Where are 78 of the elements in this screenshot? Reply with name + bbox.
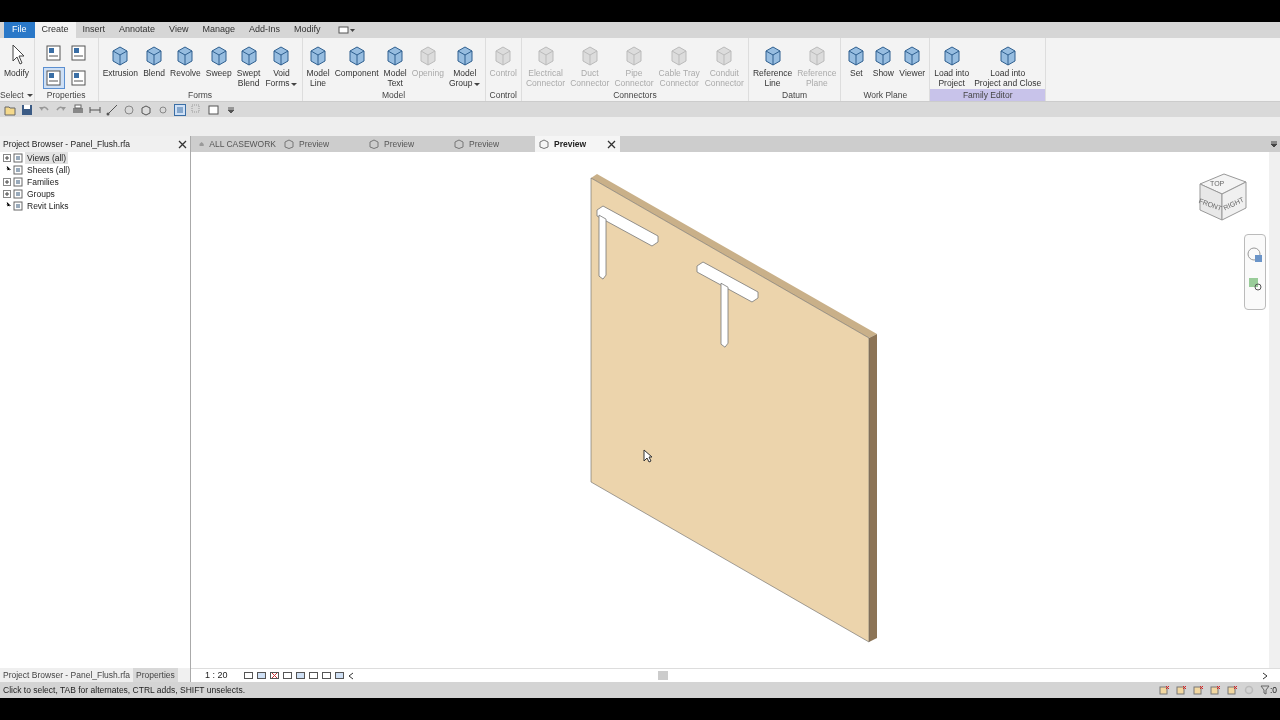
print-icon[interactable] [72, 103, 84, 116]
ribbon-tool-button[interactable]: Viewer [897, 42, 928, 78]
ribbon-tool-button[interactable]: Modify [2, 42, 32, 78]
tree-item[interactable]: Sheets (all) [25, 163, 72, 177]
panel-tab[interactable]: Properties [133, 668, 178, 682]
ribbon-tool-button[interactable]: Load into Project [932, 42, 972, 88]
ribbon-tool-button[interactable]: Model Group [446, 42, 483, 88]
ribbon-tool-button[interactable]: Revolve [168, 42, 203, 78]
document-tab[interactable]: Preview [365, 136, 450, 152]
ribbon-tool-button[interactable]: Sweep [203, 42, 234, 78]
ribbon-tab[interactable]: Add-Ins [241, 22, 287, 38]
caret-icon[interactable] [25, 92, 34, 98]
cube-icon [454, 139, 464, 149]
ribbon-tool-button[interactable]: Component [332, 42, 381, 78]
open-folder-icon[interactable] [4, 103, 16, 116]
panel-label: Properties [46, 88, 86, 102]
dimension-icon[interactable] [106, 103, 118, 116]
document-tab[interactable]: Preview [280, 136, 365, 152]
filter-count: :0 [1269, 683, 1277, 697]
ribbon-tab[interactable]: Create [34, 22, 76, 38]
ribbon-tool-button[interactable]: Show [870, 42, 897, 78]
close-icon[interactable] [178, 139, 187, 149]
tree-item[interactable]: Groups [25, 187, 57, 201]
ribbon-tab[interactable]: Insert [75, 22, 113, 38]
form-icon [43, 68, 64, 88]
tree-item[interactable]: Families [25, 175, 61, 189]
vertical-scrollbar[interactable] [1269, 152, 1280, 668]
viewcube[interactable] [1199, 173, 1247, 221]
zoom-icon[interactable] [1248, 277, 1262, 291]
panel-label: Control [489, 88, 517, 102]
ribbon-tool-button[interactable]: Swept Blend [234, 42, 263, 88]
scrollbar-thumb[interactable] [657, 671, 668, 680]
cube-icon [284, 139, 294, 149]
ribbon-tab[interactable]: File [4, 22, 35, 38]
close-icon[interactable] [607, 139, 616, 149]
form-icon [43, 43, 64, 63]
tree-item[interactable]: Revit Links [25, 199, 71, 213]
document-tab[interactable]: Preview [450, 136, 535, 152]
ribbon-tool-button[interactable]: Model Line [304, 42, 332, 88]
panel-label: Model [381, 88, 406, 102]
panel-label: Work Plane [863, 88, 908, 102]
ribbon-tab[interactable]: View [162, 22, 196, 38]
cube-icon [539, 139, 549, 149]
expand-icon[interactable] [3, 190, 11, 198]
ribbon-tool-button[interactable]: Model Text [381, 42, 409, 88]
3d-view-icon[interactable] [140, 103, 152, 116]
expand-icon[interactable] [3, 178, 11, 186]
panel-label: Family Editor [962, 88, 1013, 102]
ribbon-tab[interactable]: Modify [287, 22, 328, 38]
document-tab[interactable]: Preview [535, 136, 620, 152]
properties-tool-button[interactable] [42, 67, 65, 89]
panel-title: Project Browser - Panel_Flush.rfa [3, 137, 131, 151]
ribbon-tool-button[interactable]: Extrusion [100, 42, 141, 78]
panel-label: Connectors [613, 88, 657, 102]
panel-label: Datum [782, 88, 808, 102]
form-icon [68, 68, 89, 88]
ribbon-tool-button[interactable]: Set [843, 42, 870, 78]
thin-lines-icon[interactable] [174, 103, 186, 116]
panel-label: Select [0, 88, 24, 102]
ribbon-tab[interactable]: Annotate [112, 22, 163, 38]
filter-icon[interactable] [1259, 685, 1270, 695]
expand-icon[interactable] [3, 154, 11, 162]
ribbon-tool-button[interactable]: Void Forms [263, 42, 300, 88]
panel-label: Forms [188, 88, 213, 102]
cursor-icon [643, 449, 653, 463]
ribbon-tab[interactable]: Manage [195, 22, 242, 38]
ribbon-tool-button[interactable]: Reference Line [750, 42, 795, 88]
house-icon [199, 139, 205, 149]
save-icon[interactable] [21, 103, 33, 116]
ribbon-tool-button[interactable]: Blend [141, 42, 168, 78]
cube-icon [369, 139, 379, 149]
scroll-left-icon[interactable] [347, 671, 354, 680]
form-icon [68, 43, 89, 63]
scroll-right-icon[interactable] [1262, 671, 1268, 680]
ribbon-tool-button[interactable]: Load into Project and Close [972, 42, 1044, 88]
status-text: Click to select, TAB for alternates, CTRL adds, SHIFT unselects. [3, 683, 246, 697]
document-tab[interactable]: ALL CASEWORK [195, 136, 280, 152]
scale-value[interactable]: 1 : 20 [205, 668, 228, 683]
